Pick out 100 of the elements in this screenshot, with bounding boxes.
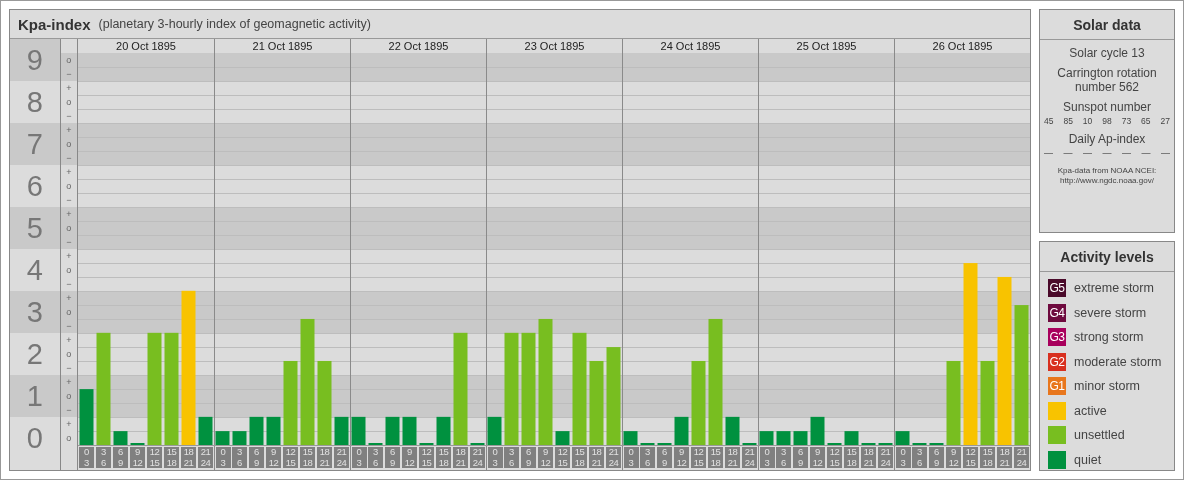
- kp-bar: [79, 389, 94, 445]
- kp-level-label: 1: [26, 382, 43, 410]
- sunspot-number: 65: [1141, 116, 1151, 126]
- time-slot-label: 18 21: [725, 447, 740, 468]
- activity-level-label: extreme storm: [1074, 281, 1154, 296]
- ap-index-value: —: [1102, 148, 1112, 158]
- time-slot-label: 0 3: [759, 447, 775, 468]
- activity-level-label: moderate storm: [1074, 354, 1162, 369]
- x-tick-label: 0 3: [900, 446, 906, 468]
- time-slot-label: 0 3: [215, 447, 231, 468]
- time-slot-label: 15 18: [300, 447, 315, 468]
- time-slot-label: 0 3: [623, 447, 639, 468]
- storm-level-badge: G2: [1048, 352, 1066, 371]
- time-slot-label: 3 6: [96, 447, 111, 468]
- x-tick-label: 6 9: [662, 446, 667, 468]
- kp-level-label: 2: [26, 340, 43, 368]
- x-tick-label: 3 6: [101, 446, 106, 468]
- kp-bar: [402, 416, 417, 445]
- sunspot-heading: Sunspot number: [1062, 100, 1152, 114]
- carrington-rotation-text: Carrington rotation number 562: [1056, 66, 1158, 94]
- kp-bar: [436, 416, 451, 445]
- x-tick-label: 3 6: [237, 446, 242, 468]
- kp-bar: [266, 416, 281, 445]
- ap-index-value: —: [1083, 148, 1092, 158]
- time-slot-label: 3 6: [368, 447, 383, 468]
- kp-level-label: 0: [26, 424, 43, 452]
- x-tick-label: 3 6: [645, 446, 650, 468]
- source-link[interactable]: http://www.ngdc.noaa.gov/: [1060, 176, 1154, 186]
- x-tick-label: 3 6: [781, 446, 786, 468]
- ap-index-value: —: [1161, 148, 1170, 158]
- x-tick-label: 6 9: [390, 446, 395, 468]
- time-slot-label: 21 24: [878, 447, 893, 468]
- time-slot-label: 21 24: [470, 447, 485, 468]
- x-tick-label: 6 9: [934, 446, 939, 468]
- time-slot-label: 15 18: [572, 447, 587, 468]
- kp-bar: [844, 431, 859, 445]
- activity-level-label: strong storm: [1074, 330, 1144, 345]
- x-tick-label: 0 3: [220, 446, 226, 468]
- storm-level-badge: G4: [1048, 303, 1066, 322]
- time-slot-label: 3 6: [232, 447, 247, 468]
- time-slot-label: 0 3: [79, 447, 94, 468]
- time-slot-label: 3 6: [640, 447, 655, 468]
- sunspot-number: 10: [1082, 116, 1093, 126]
- ap-index-heading: Daily Ap-index: [1068, 132, 1146, 146]
- kp-bar: [895, 431, 910, 445]
- time-slot-label: 12 15: [555, 447, 570, 468]
- time-slot-label: 6 9: [521, 447, 536, 468]
- time-slot-label: 6 9: [249, 447, 264, 468]
- kp-bar: [759, 431, 774, 445]
- kp-level-label: 4: [26, 256, 43, 284]
- kp-bar: [232, 431, 247, 445]
- time-slot-label: 12 15: [419, 447, 434, 468]
- x-tick-label: 3 6: [509, 446, 514, 468]
- ap-index-value: —: [1122, 148, 1131, 158]
- x-tick-label: 6 9: [254, 446, 259, 468]
- kp-bar: [487, 416, 502, 445]
- source-note: Kpa-data from NOAA NCEI:: [1057, 166, 1157, 176]
- x-tick-label: 0 3: [628, 446, 634, 468]
- time-slot-label: 21 24: [334, 447, 349, 468]
- time-slot-label: 12 15: [283, 447, 298, 468]
- sunspot-number: 27: [1160, 116, 1170, 126]
- kp-bar: [810, 416, 825, 445]
- panel-subtitle: (planetary 3-hourly index of geomagnetic activity): [98, 17, 371, 31]
- sunspot-number: 73: [1121, 116, 1132, 126]
- sunspot-number: 85: [1063, 116, 1073, 126]
- time-slot-label: 18 21: [589, 447, 604, 468]
- time-slot-label: 0 3: [351, 447, 367, 468]
- time-slot-label: 9 12: [266, 447, 281, 468]
- activity-level-label: active: [1074, 403, 1107, 418]
- time-slot-label: 15 18: [844, 447, 859, 468]
- time-slot-label: 18 21: [861, 447, 876, 468]
- activity-level-label: severe storm: [1074, 305, 1147, 320]
- kp-bar: [249, 416, 264, 445]
- ap-index-value: —: [1063, 148, 1073, 158]
- time-slot-label: 12 15: [691, 447, 706, 468]
- x-tick-label: 6 9: [526, 446, 531, 468]
- panel-title: Activity levels: [1040, 242, 1174, 272]
- kp-bar: [198, 416, 213, 445]
- time-slot-label: 21 24: [198, 447, 213, 468]
- storm-level-badge: G5: [1048, 279, 1066, 298]
- time-slot-label: 21 24: [742, 447, 757, 468]
- time-slot-label: 9 12: [674, 447, 689, 468]
- time-slot-label: 21 24: [1014, 447, 1029, 468]
- kp-bar: [113, 431, 128, 445]
- time-slot-label: 9 12: [538, 447, 553, 468]
- time-slot-label: 6 9: [385, 447, 400, 468]
- time-slot-label: 18 21: [181, 447, 196, 468]
- x-tick-label: 0 3: [764, 446, 770, 468]
- x-tick-label: 0 3: [84, 446, 89, 468]
- time-slot-label: 9 12: [810, 447, 825, 468]
- kp-level-label: 7: [26, 130, 43, 158]
- storm-level-badge: G3: [1048, 328, 1066, 347]
- time-slot-label: 6 9: [929, 447, 944, 468]
- time-slot-label: 6 9: [657, 447, 672, 468]
- x-tick-label: 6 9: [798, 446, 803, 468]
- kp-level-label: 8: [26, 88, 43, 116]
- activity-level-label: quiet: [1074, 452, 1102, 467]
- x-tick-label: 0 3: [356, 446, 362, 468]
- time-slot-label: 9 12: [402, 447, 417, 468]
- kp-bar: [555, 431, 570, 445]
